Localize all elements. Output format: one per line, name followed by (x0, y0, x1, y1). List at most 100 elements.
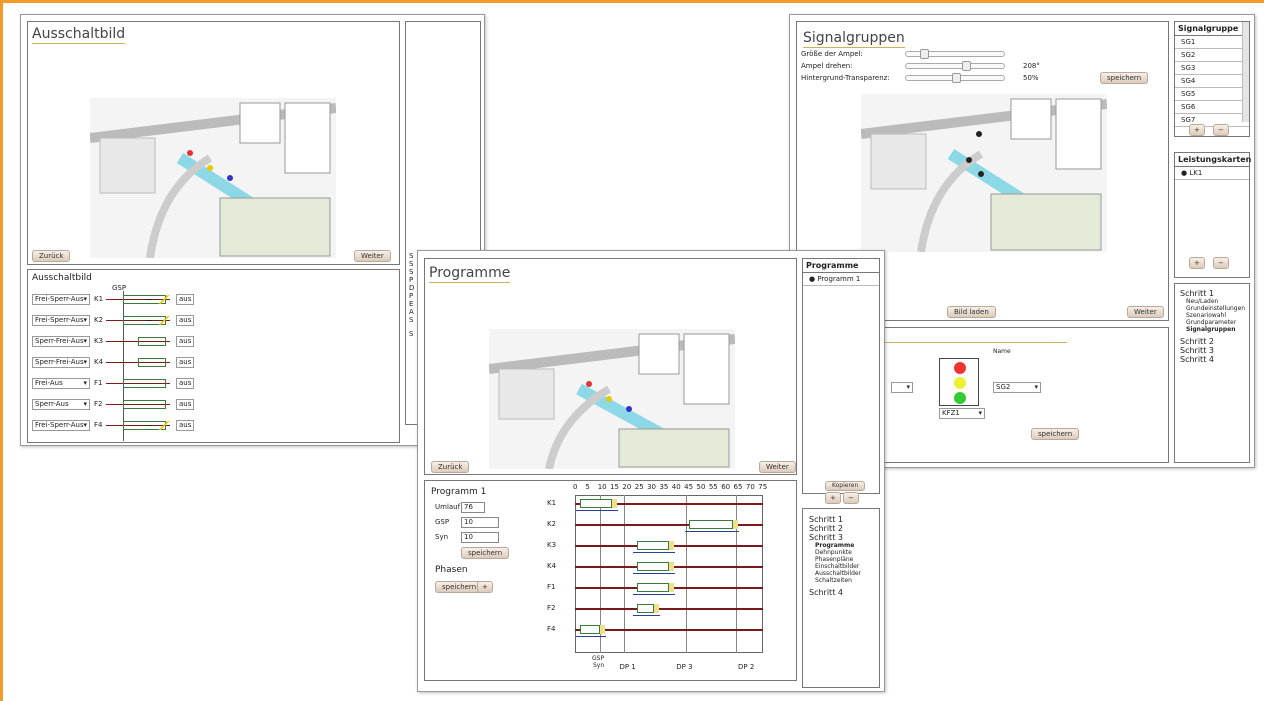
step-subitem[interactable]: Szenariowahl (1180, 312, 1244, 319)
slider-knob[interactable] (962, 61, 971, 71)
state-sequence-select[interactable]: Frei-Sperr-Aus (32, 294, 90, 305)
transparency-slider[interactable] (905, 73, 1005, 83)
state-sequence-select[interactable]: Frei-Sperr-Aus (32, 420, 90, 431)
save-button[interactable]: speichern (461, 547, 510, 559)
off-badge: aus (176, 315, 195, 326)
list-item[interactable]: SG4 (1175, 75, 1249, 88)
copy-button[interactable]: Kopieren (825, 481, 866, 491)
save-button[interactable]: speichern (1031, 428, 1080, 440)
remove-button[interactable]: − (1213, 257, 1229, 269)
slider-knob[interactable] (952, 73, 961, 83)
green-phase-box[interactable] (138, 358, 166, 367)
add-phase-button[interactable]: + (477, 581, 493, 593)
step-label[interactable]: Schritt 3 (809, 533, 873, 542)
step-subitem[interactable]: Ausschaltbilder (809, 570, 873, 577)
green-phase-box[interactable] (138, 337, 166, 346)
green-phase-box[interactable] (636, 541, 669, 550)
blue-guide-line (632, 594, 675, 595)
size-slider[interactable] (905, 49, 1005, 59)
step-label[interactable]: Schritt 4 (1180, 355, 1244, 364)
step-subitem[interactable]: Schaltzeiten (809, 577, 873, 584)
signal-timeline: 0 5 10 15 20 25 30 35 40 45 50 55 60 65 70 75 K1 K2 K3 K4 F1… (541, 483, 795, 679)
ausschaltbild-map-panel: Ausschaltbild Zurück Weiter (27, 21, 400, 265)
step-label[interactable]: Schritt 2 (1180, 337, 1244, 346)
back-button[interactable]: Zurück (32, 250, 71, 262)
syn-input[interactable]: 10 (461, 532, 499, 543)
slider-knob[interactable] (920, 49, 929, 59)
green-phase-box[interactable] (636, 583, 669, 592)
ausschaltbild-editor: Ausschaltbild GSP Frei-Sperr-AusK1ausFre… (27, 269, 400, 443)
list-item[interactable]: SG5 (1175, 88, 1249, 101)
list-item[interactable]: SG6 (1175, 101, 1249, 114)
save-button[interactable]: speichern (1100, 72, 1149, 84)
step-subitem[interactable]: Programme (809, 542, 873, 549)
editor-title: Ausschaltbild (32, 273, 92, 283)
state-sequence-select[interactable]: Sperr-Aus (32, 399, 90, 410)
type-select[interactable] (891, 382, 913, 393)
green-phase-box[interactable] (636, 604, 655, 613)
rotate-slider[interactable] (905, 61, 1005, 71)
add-button[interactable]: + (1189, 124, 1205, 136)
page-title: Programme (429, 265, 511, 283)
step-subitem[interactable]: Grundeinstellungen (1180, 305, 1245, 312)
green-phase-box[interactable] (688, 520, 734, 529)
state-sequence-select[interactable]: Sperr-Frei-Aus (32, 336, 90, 347)
list-scrollbar[interactable] (1242, 22, 1249, 122)
list-item[interactable]: ● Programm 1 (803, 273, 879, 286)
add-button[interactable]: + (1189, 257, 1205, 269)
next-button[interactable]: Weiter (1127, 306, 1164, 318)
remove-button[interactable]: − (843, 492, 859, 504)
step-label[interactable]: Schritt 1 (809, 515, 873, 524)
step-subitem[interactable]: Dehnpunkte (809, 549, 873, 556)
transition-marker (146, 425, 152, 426)
step-label[interactable]: Schritt 4 (809, 588, 873, 597)
list-item[interactable]: SG1 (1175, 36, 1249, 49)
list-item[interactable]: ● LK1 (1175, 167, 1249, 180)
step-label[interactable]: Schritt 1 (1180, 289, 1244, 298)
phases-save-button[interactable]: speichern (435, 581, 484, 593)
green-phase-box[interactable] (579, 499, 613, 508)
green-phase-box[interactable] (123, 379, 166, 388)
step-label[interactable]: Schritt 2 (809, 524, 873, 533)
time-tick-label: 75 (758, 483, 768, 491)
green-phase-box[interactable] (636, 562, 669, 571)
yellow-ramp (158, 421, 170, 430)
list-title: Signalgruppe (1175, 22, 1249, 36)
cycle-input[interactable]: 76 (461, 502, 485, 513)
list-item[interactable]: SG3 (1175, 62, 1249, 75)
add-button[interactable]: + (825, 492, 841, 504)
state-sequence-select[interactable]: Frei-Aus (32, 378, 90, 389)
time-tick-label: 55 (708, 483, 718, 491)
transition-marker (146, 320, 152, 321)
remove-button[interactable]: − (1213, 124, 1229, 136)
gsp-label: GSP (435, 518, 450, 526)
signal-label: K1 (547, 499, 557, 507)
green-phase-box[interactable] (579, 625, 600, 634)
gsp-marker-label: GSP (592, 655, 605, 662)
step-subitem[interactable]: Einschaltbilder (809, 563, 873, 570)
step-subitem[interactable]: Grundparameter (1180, 319, 1244, 326)
gsp-input[interactable]: 10 (461, 517, 499, 528)
intersection-plan-image (90, 98, 336, 258)
list-item[interactable]: SG7 (1175, 114, 1249, 127)
yellow-ramp (158, 316, 170, 325)
step-subitem[interactable]: Signalgruppen (1180, 326, 1244, 333)
signal-group-select[interactable]: SG2 (993, 382, 1041, 393)
step-label[interactable]: Schritt 3 (1180, 346, 1244, 355)
state-sequence-select[interactable]: Sperr-Frei-Aus (32, 357, 90, 368)
signal-group-list: Signalgruppe SG1 SG2 SG3 SG4 SG5 SG6 SG7 + − (1174, 21, 1250, 137)
signal-label: F4 (547, 625, 556, 633)
step-subitem[interactable]: Phasenpläne (809, 556, 873, 563)
back-button[interactable]: Zurück (431, 461, 470, 473)
green-phase-box[interactable] (123, 400, 166, 409)
rotate-label: Ampel drehen: (801, 62, 853, 70)
next-button[interactable]: Weiter (759, 461, 796, 473)
time-tick-label: 50 (696, 483, 706, 491)
next-button[interactable]: Weiter (354, 250, 391, 262)
load-image-button[interactable]: Bild laden (947, 306, 996, 318)
traffic-light-icon (939, 358, 979, 406)
step-subitem[interactable]: Neu/Laden (1180, 298, 1244, 305)
state-sequence-select[interactable]: Frei-Sperr-Aus (32, 315, 90, 326)
list-item[interactable]: SG2 (1175, 49, 1249, 62)
vehicle-type-select[interactable]: KFZ1 (939, 408, 985, 419)
